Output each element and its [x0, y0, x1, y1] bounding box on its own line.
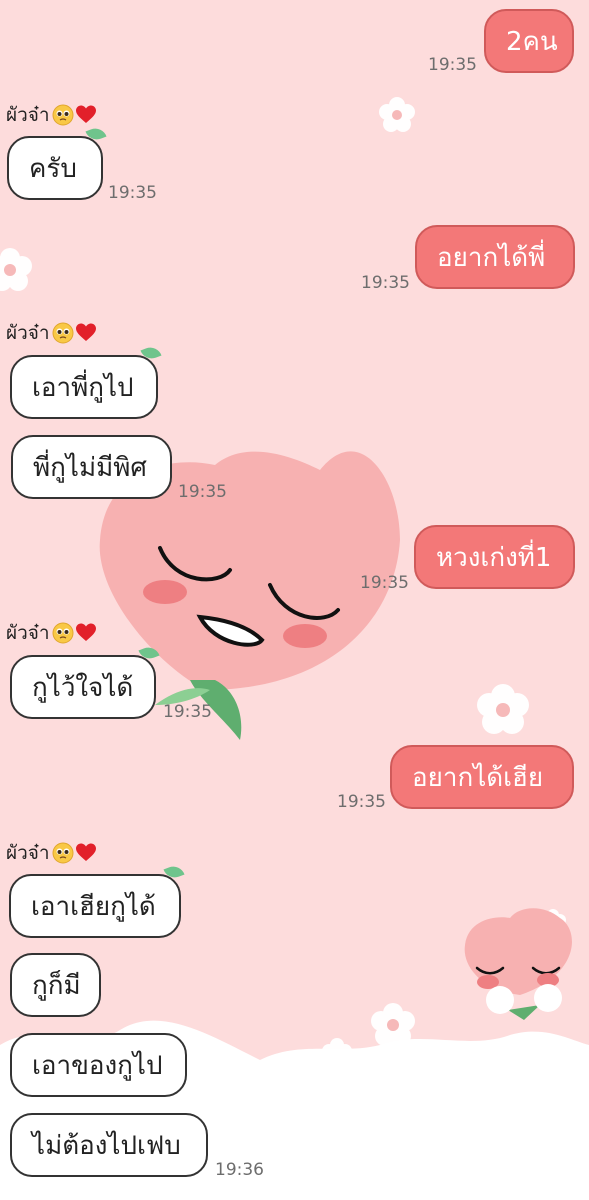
message-text: ไม่ต้องไปเฟบ [32, 1130, 181, 1161]
sender-name-text: ผัวจ๋า [6, 622, 50, 644]
message-timestamp: 19:36 [215, 1160, 264, 1180]
message-timestamp: 19:35 [361, 273, 410, 293]
flower-decoration [540, 909, 566, 934]
sender-name[interactable]: ผัวจ๋า [6, 838, 97, 868]
message-text: ครับ [29, 153, 77, 184]
incoming-message-bubble[interactable]: ไม่ต้องไปเฟบ [10, 1113, 208, 1177]
message-timestamp: 19:35 [360, 573, 409, 593]
red-heart-icon [75, 323, 96, 341]
red-heart-icon [75, 105, 96, 123]
message-text: 2คน [506, 26, 558, 57]
outgoing-message-bubble[interactable]: อยากได้เฮีย [390, 745, 574, 809]
sender-name-text: ผัวจ๋า [6, 842, 50, 864]
leaf-icon [138, 644, 160, 662]
sender-name[interactable]: ผัวจ๋า [6, 618, 97, 648]
small-peach-illustration [464, 908, 572, 1020]
outgoing-message-bubble[interactable]: หวงเก่งที่1 [414, 525, 575, 589]
message-text: เอาพี่กูไป [32, 372, 134, 403]
flower-decoration [379, 97, 415, 132]
pleading-face-icon [52, 104, 74, 126]
flower-decoration [371, 1003, 415, 1046]
incoming-message-bubble[interactable]: กูก็มี [10, 953, 101, 1017]
sender-name-text: ผัวจ๋า [6, 322, 50, 344]
incoming-message-bubble[interactable]: กูไว้ใจได้ [10, 644, 160, 719]
flower-decoration [0, 248, 32, 291]
pleading-face-icon [52, 842, 74, 864]
pleading-face-icon [52, 622, 74, 644]
message-timestamp: 19:35 [178, 482, 227, 502]
red-heart-icon [75, 623, 96, 641]
message-timestamp: 19:35 [163, 702, 212, 722]
message-text: เอาของกูไป [32, 1050, 163, 1081]
pleading-face-icon [52, 322, 74, 344]
red-heart-icon [75, 843, 96, 861]
message-text: พี่กูไม่มีพิศ [33, 452, 147, 483]
message-timestamp: 19:35 [337, 792, 386, 812]
incoming-message-bubble[interactable]: เอาของกูไป [10, 1033, 187, 1097]
outgoing-message-bubble[interactable]: 2คน [484, 9, 574, 73]
message-timestamp: 19:35 [428, 55, 477, 75]
message-text: อยากได้พี่ [437, 242, 546, 273]
outgoing-message-bubble[interactable]: อยากได้พี่ [415, 225, 575, 289]
message-text: หวงเก่งที่1 [436, 542, 552, 573]
sender-name[interactable]: ผัวจ๋า [6, 100, 97, 130]
message-text: กูไว้ใจได้ [32, 672, 134, 703]
leaf-icon [140, 344, 162, 362]
flower-decoration [331, 489, 397, 552]
message-text: อยากได้เฮีย [412, 762, 544, 793]
incoming-message-bubble[interactable]: พี่กูไม่มีพิศ [11, 435, 172, 499]
message-timestamp: 19:35 [108, 183, 157, 203]
sender-name[interactable]: ผัวจ๋า [6, 318, 97, 348]
leaf-icon [163, 863, 185, 881]
incoming-message-bubble[interactable]: เอาเฮียกูได้ [9, 863, 185, 938]
chat-area[interactable]: 2คน 19:35 ผัวจ๋า ครับ 19:35 อยากได้พี่ 19:35 ผั… [0, 0, 589, 1200]
incoming-message-bubble[interactable]: ครับ [7, 125, 107, 200]
sender-name-text: ผัวจ๋า [6, 104, 50, 126]
message-text: กูก็มี [32, 970, 81, 1001]
message-text: เอาเฮียกูได้ [31, 891, 156, 922]
incoming-message-bubble[interactable]: เอาพี่กูไป [10, 344, 162, 419]
flower-decoration [322, 1038, 352, 1067]
flower-decoration [477, 684, 529, 734]
